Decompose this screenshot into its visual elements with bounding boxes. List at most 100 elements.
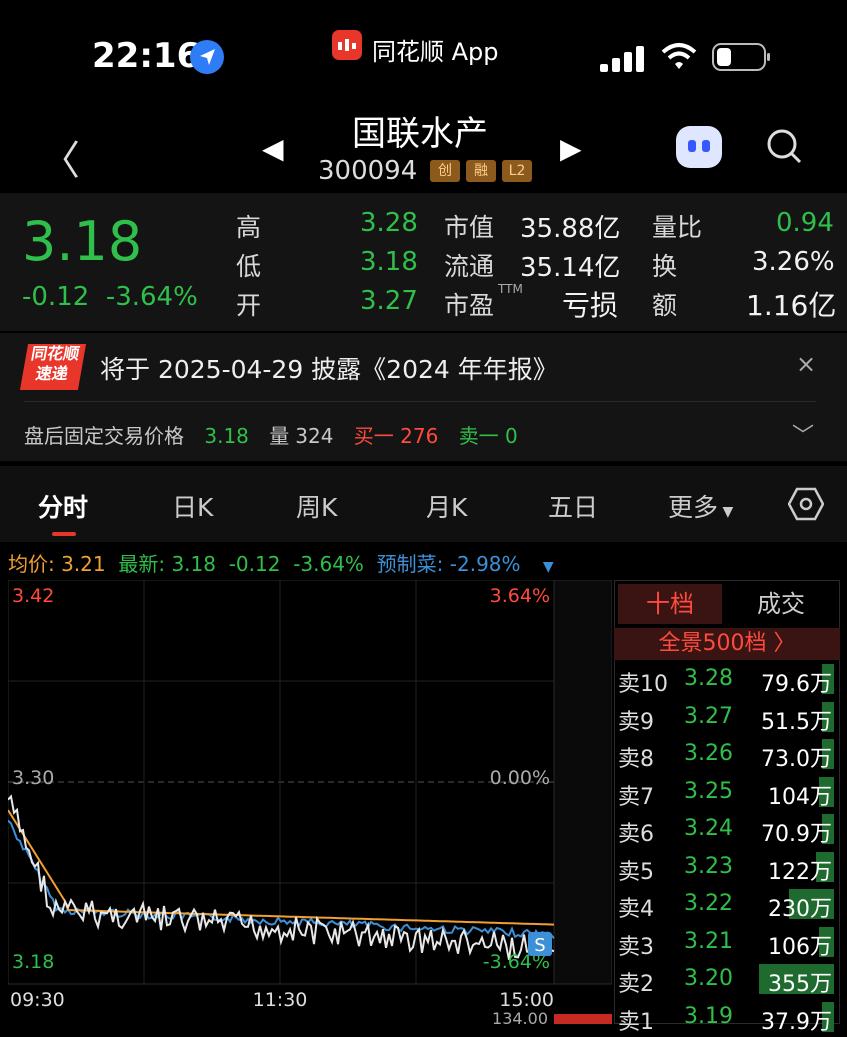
- order-book-row[interactable]: 卖7 3.25 104万: [616, 775, 838, 812]
- pct-axis-top: 3.64%: [490, 585, 550, 607]
- tab-intraday[interactable]: 分时: [38, 488, 88, 524]
- tab-more-label: 更多: [668, 493, 719, 522]
- robot-assistant-icon[interactable]: [676, 126, 722, 168]
- order-book-row[interactable]: 卖6 3.24 70.9万: [616, 812, 838, 849]
- order-volume: 104万: [768, 784, 832, 810]
- order-price: 3.26: [684, 741, 733, 766]
- turnover-label: 换: [652, 252, 678, 281]
- order-level-label: 卖7: [618, 784, 654, 810]
- latest-change: -0.12: [228, 552, 281, 576]
- next-stock-button[interactable]: ▶: [560, 132, 582, 165]
- order-price: 3.21: [684, 928, 733, 954]
- tab-daily-k[interactable]: 日K: [172, 488, 213, 524]
- tab-underline: [52, 532, 76, 536]
- order-volume: 230万: [768, 897, 832, 922]
- order-book-row[interactable]: 卖9 3.27 51.5万: [616, 700, 838, 737]
- order-level-label: 卖2: [618, 972, 654, 997]
- after-hours-sell: 卖一 0: [458, 424, 518, 448]
- order-book-row[interactable]: 卖1 3.19 37.9万: [616, 1000, 838, 1037]
- order-level-label: 卖6: [618, 822, 654, 847]
- order-book-row[interactable]: 卖3 3.21 106万: [616, 925, 838, 962]
- dropdown-icon[interactable]: ▼: [543, 559, 554, 575]
- back-button[interactable]: 〈: [40, 128, 80, 186]
- tag-rong: 融: [466, 160, 496, 182]
- open-label: 开: [236, 291, 262, 320]
- order-volume: 79.6万: [761, 672, 832, 697]
- chevron-down-icon[interactable]: ﹀: [792, 418, 814, 450]
- change-value: -0.12: [22, 282, 90, 312]
- after-hours-row[interactable]: 盘后固定交易价格 3.18 量 324 买一 276 卖一 0: [24, 420, 532, 449]
- pe-value: 亏损: [562, 289, 619, 322]
- pct-axis-mid: 0.00%: [490, 767, 550, 789]
- tag-l2: L2: [502, 160, 532, 182]
- tab-trades[interactable]: 成交: [726, 584, 836, 624]
- news-text[interactable]: 将于 2025-04-29 披露《2024 年年报》: [100, 350, 558, 386]
- order-level-label: 卖5: [618, 859, 654, 885]
- order-level-label: 卖1: [618, 1009, 654, 1035]
- app-logo-icon: [332, 30, 362, 60]
- time-label-open: 09:30: [10, 989, 65, 1011]
- order-price: 3.27: [684, 703, 733, 729]
- order-price: 3.23: [684, 853, 733, 879]
- turnover-value: 3.26%: [752, 247, 835, 277]
- order-price: 3.25: [684, 778, 733, 804]
- order-book-row[interactable]: 卖4 3.22 230万: [616, 887, 838, 924]
- forecast-sector: 预制菜: -2.98%: [376, 552, 521, 576]
- panorama-500-button[interactable]: 全景500档 〉: [614, 628, 840, 660]
- mktcap-value: 35.88亿: [520, 214, 621, 244]
- tab-weekly-k[interactable]: 周K: [296, 488, 337, 524]
- order-book-row[interactable]: 卖8 3.26 73.0万: [616, 737, 838, 774]
- prev-stock-button[interactable]: ◀: [262, 132, 284, 165]
- low-value: 3.18: [360, 247, 418, 277]
- tab-five-day[interactable]: 五日: [548, 488, 598, 524]
- price-change: -0.12 -3.64%: [22, 282, 198, 312]
- stock-name: 国联水产: [352, 114, 488, 154]
- high-value: 3.28: [360, 208, 418, 238]
- order-volume: 70.9万: [761, 822, 832, 847]
- battery-icon: [712, 43, 770, 71]
- pe-ttm-sup: TTM: [498, 282, 523, 296]
- price-axis-top: 3.42: [12, 585, 54, 607]
- order-price: 3.20: [684, 966, 733, 991]
- clock: 22:16: [92, 36, 201, 76]
- order-price: 3.22: [684, 891, 733, 916]
- app-label: 同花顺 App: [372, 38, 499, 66]
- order-level-label: 卖10: [618, 672, 668, 697]
- float-label: 流通: [444, 252, 495, 281]
- intraday-chart[interactable]: 3.42 3.30 3.18 3.64% 0.00% -3.64% 09:30 …: [8, 580, 612, 1024]
- float-value: 35.14亿: [520, 253, 621, 283]
- signal-icon: [600, 46, 644, 72]
- close-icon[interactable]: ×: [796, 350, 816, 378]
- low-label: 低: [236, 252, 262, 281]
- change-pct: -3.64%: [105, 282, 198, 312]
- amount-value: 1.16亿: [746, 289, 837, 322]
- latest-pct: -3.64%: [293, 552, 364, 576]
- order-volume: 355万: [768, 972, 832, 997]
- search-icon[interactable]: [766, 128, 802, 164]
- price-axis-mid: 3.30: [12, 767, 54, 789]
- after-hours-buy: 买一 276: [353, 424, 439, 448]
- order-volume: 73.0万: [761, 747, 832, 772]
- high-label: 高: [236, 213, 262, 242]
- order-book-row[interactable]: 卖5 3.23 122万: [616, 850, 838, 887]
- order-book-row[interactable]: 卖10 3.28 79.6万: [616, 662, 838, 699]
- settings-hexagon-icon[interactable]: [788, 486, 824, 522]
- tab-ten-levels[interactable]: 十档: [618, 584, 722, 624]
- s-marker-label: S: [534, 935, 545, 956]
- avg-price: 均价: 3.21: [8, 552, 106, 576]
- time-label-midday: 11:30: [253, 989, 308, 1011]
- mktcap-label: 市值: [444, 213, 495, 242]
- time-label-close: 15:00: [499, 989, 554, 1011]
- order-price: 3.19: [684, 1003, 733, 1029]
- tab-more[interactable]: 更多 ▼: [668, 488, 733, 524]
- tag-chuang: 创: [430, 160, 460, 182]
- tab-monthly-k[interactable]: 月K: [426, 488, 467, 524]
- info-line: 均价: 3.21 最新: 3.18 -0.12 -3.64% 预制菜: -2.9…: [8, 548, 554, 577]
- order-volume: 37.9万: [761, 1009, 832, 1035]
- news-logo-top: 同花顺: [29, 344, 82, 363]
- news-logo-bottom: 速递: [34, 364, 70, 383]
- order-book-row[interactable]: 卖2 3.20 355万: [616, 962, 838, 999]
- pe-label: 市盈: [444, 291, 495, 320]
- amount-label: 额: [652, 291, 678, 320]
- order-volume: 106万: [768, 934, 832, 960]
